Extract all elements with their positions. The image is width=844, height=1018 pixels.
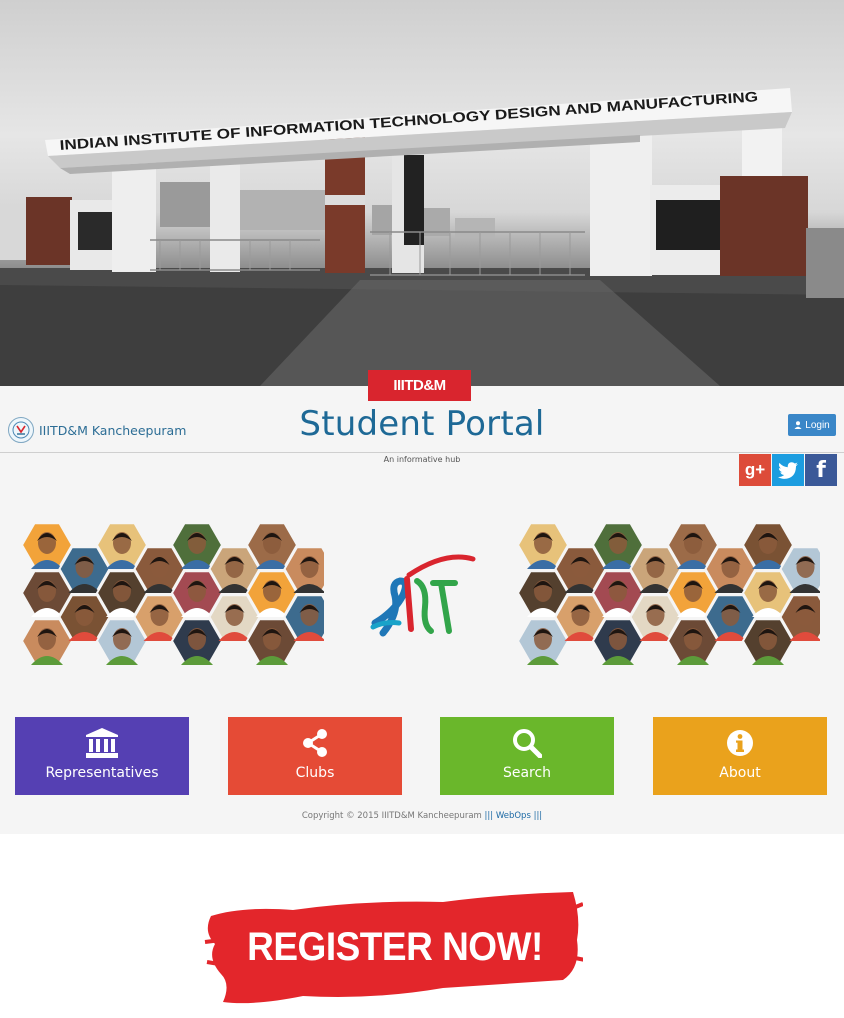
footer-separator-right: ||| xyxy=(533,811,543,821)
footer: Copyright © 2015 IIITD&M Kancheepuram ||… xyxy=(0,811,844,821)
webops-link[interactable]: WebOps xyxy=(496,811,531,821)
hero-banner: INDIAN INSTITUTE OF INFORMATION TECHNOLO… xyxy=(0,0,844,386)
info-icon xyxy=(727,730,753,756)
google-plus-icon: g+ xyxy=(744,460,766,479)
google-plus-button[interactable]: g+ xyxy=(739,454,771,486)
user-icon xyxy=(794,421,802,429)
nav-tiles: Representatives Clubs Search About xyxy=(15,717,827,795)
search-tile[interactable]: Search xyxy=(440,717,614,795)
clubs-label: Clubs xyxy=(295,765,335,781)
fest-logo xyxy=(370,554,476,637)
facebook-button[interactable]: f xyxy=(805,454,837,486)
student-photo-wall-right xyxy=(518,522,820,665)
portal-section: IIITD&M IIITD&M Kancheepuram Student Por… xyxy=(0,370,844,834)
login-button[interactable]: Login xyxy=(788,414,836,436)
twitter-button[interactable] xyxy=(772,454,804,486)
register-now-button[interactable]: REGISTER NOW! xyxy=(203,888,583,1008)
student-photo-wall-left xyxy=(22,522,324,665)
about-label: About xyxy=(719,765,761,781)
header-divider xyxy=(0,452,844,453)
page-title: Student Portal xyxy=(299,404,545,444)
social-links: g+ f xyxy=(739,454,837,486)
search-label: Search xyxy=(502,765,552,781)
share-icon xyxy=(303,729,327,757)
clubs-tile[interactable]: Clubs xyxy=(228,717,402,795)
search-icon xyxy=(513,729,542,758)
representatives-label: Representatives xyxy=(45,765,159,781)
copyright-text: Copyright © 2015 IIITD&M Kancheepuram xyxy=(301,811,482,821)
twitter-bird-icon xyxy=(778,461,798,479)
campus-gate-photo: INDIAN INSTITUTE OF INFORMATION TECHNOLO… xyxy=(0,88,844,386)
about-tile[interactable]: About xyxy=(653,717,827,795)
tagline: An informative hub xyxy=(383,455,461,464)
institute-tab: IIITD&M xyxy=(368,370,471,401)
register-label: REGISTER NOW! xyxy=(247,924,543,969)
login-label: Login xyxy=(805,419,830,431)
footer-separator-left: ||| xyxy=(484,811,494,821)
representatives-tile[interactable]: Representatives xyxy=(15,717,189,795)
institution-icon xyxy=(86,728,118,758)
facebook-icon: f xyxy=(816,457,826,483)
